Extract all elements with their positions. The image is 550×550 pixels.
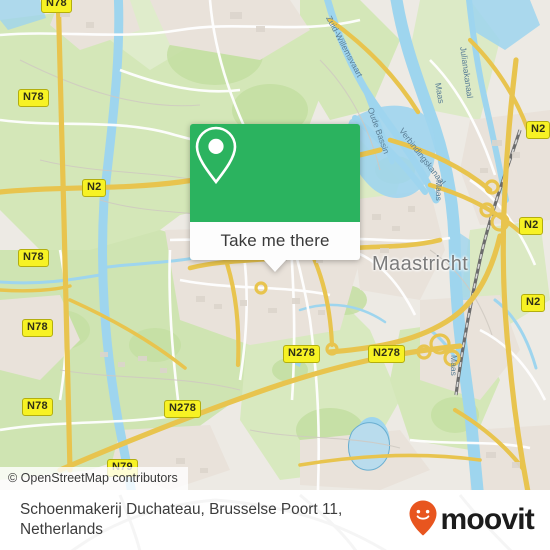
callout-action[interactable]: Take me there xyxy=(190,222,360,272)
footer-bar: Schoenmakerij Duchateau, Brusselse Poort… xyxy=(0,490,550,550)
place-label-maastricht: Maastricht xyxy=(372,253,469,275)
take-me-there-callout[interactable]: Take me there xyxy=(190,124,360,272)
osm-attribution[interactable]: © OpenStreetMap contributors xyxy=(0,467,188,490)
water-label-maas-6: Maas xyxy=(449,355,459,376)
road-shield-n2-10: N2 xyxy=(519,217,544,235)
address-line-2: Netherlands xyxy=(20,521,103,538)
road-shield-n78-1: N78 xyxy=(18,89,49,107)
callout-header xyxy=(190,124,360,222)
address-line-1: Schoenmakerij Duchateau, Brusselse Poort… xyxy=(20,501,343,519)
road-shield-n278-7: N278 xyxy=(164,400,202,418)
map-screenshot: Zuid-Willemsvaart Oude Bassin Verbindingsk… xyxy=(0,0,550,550)
moovit-logo[interactable]: moovit xyxy=(408,499,535,542)
map-canvas[interactable]: Zuid-Willemsvaart Oude Bassin Verbindingsk… xyxy=(0,0,550,490)
moovit-wordmark: moovit xyxy=(440,503,534,536)
road-shield-n78-5: N78 xyxy=(22,398,53,416)
road-shield-n78-3: N78 xyxy=(18,249,49,267)
callout-pointer xyxy=(263,259,287,272)
moovit-pin-icon xyxy=(408,499,438,542)
location-address: Schoenmakerij Duchateau, Brusselse Poort… xyxy=(20,500,342,539)
water-label-maas-5: Maas xyxy=(434,180,444,201)
take-me-there-label: Take me there xyxy=(220,231,330,250)
road-shield-n2-2: N2 xyxy=(82,179,107,197)
road-shield-n78-4: N78 xyxy=(22,319,53,337)
road-shield-n278-9: N278 xyxy=(368,345,406,363)
road-shield-n2-12: N2 xyxy=(526,121,550,139)
road-shield-n278-8: N278 xyxy=(283,345,321,363)
road-shield-n78-0: N78 xyxy=(41,0,72,13)
road-shield-n2-11: N2 xyxy=(521,294,546,312)
